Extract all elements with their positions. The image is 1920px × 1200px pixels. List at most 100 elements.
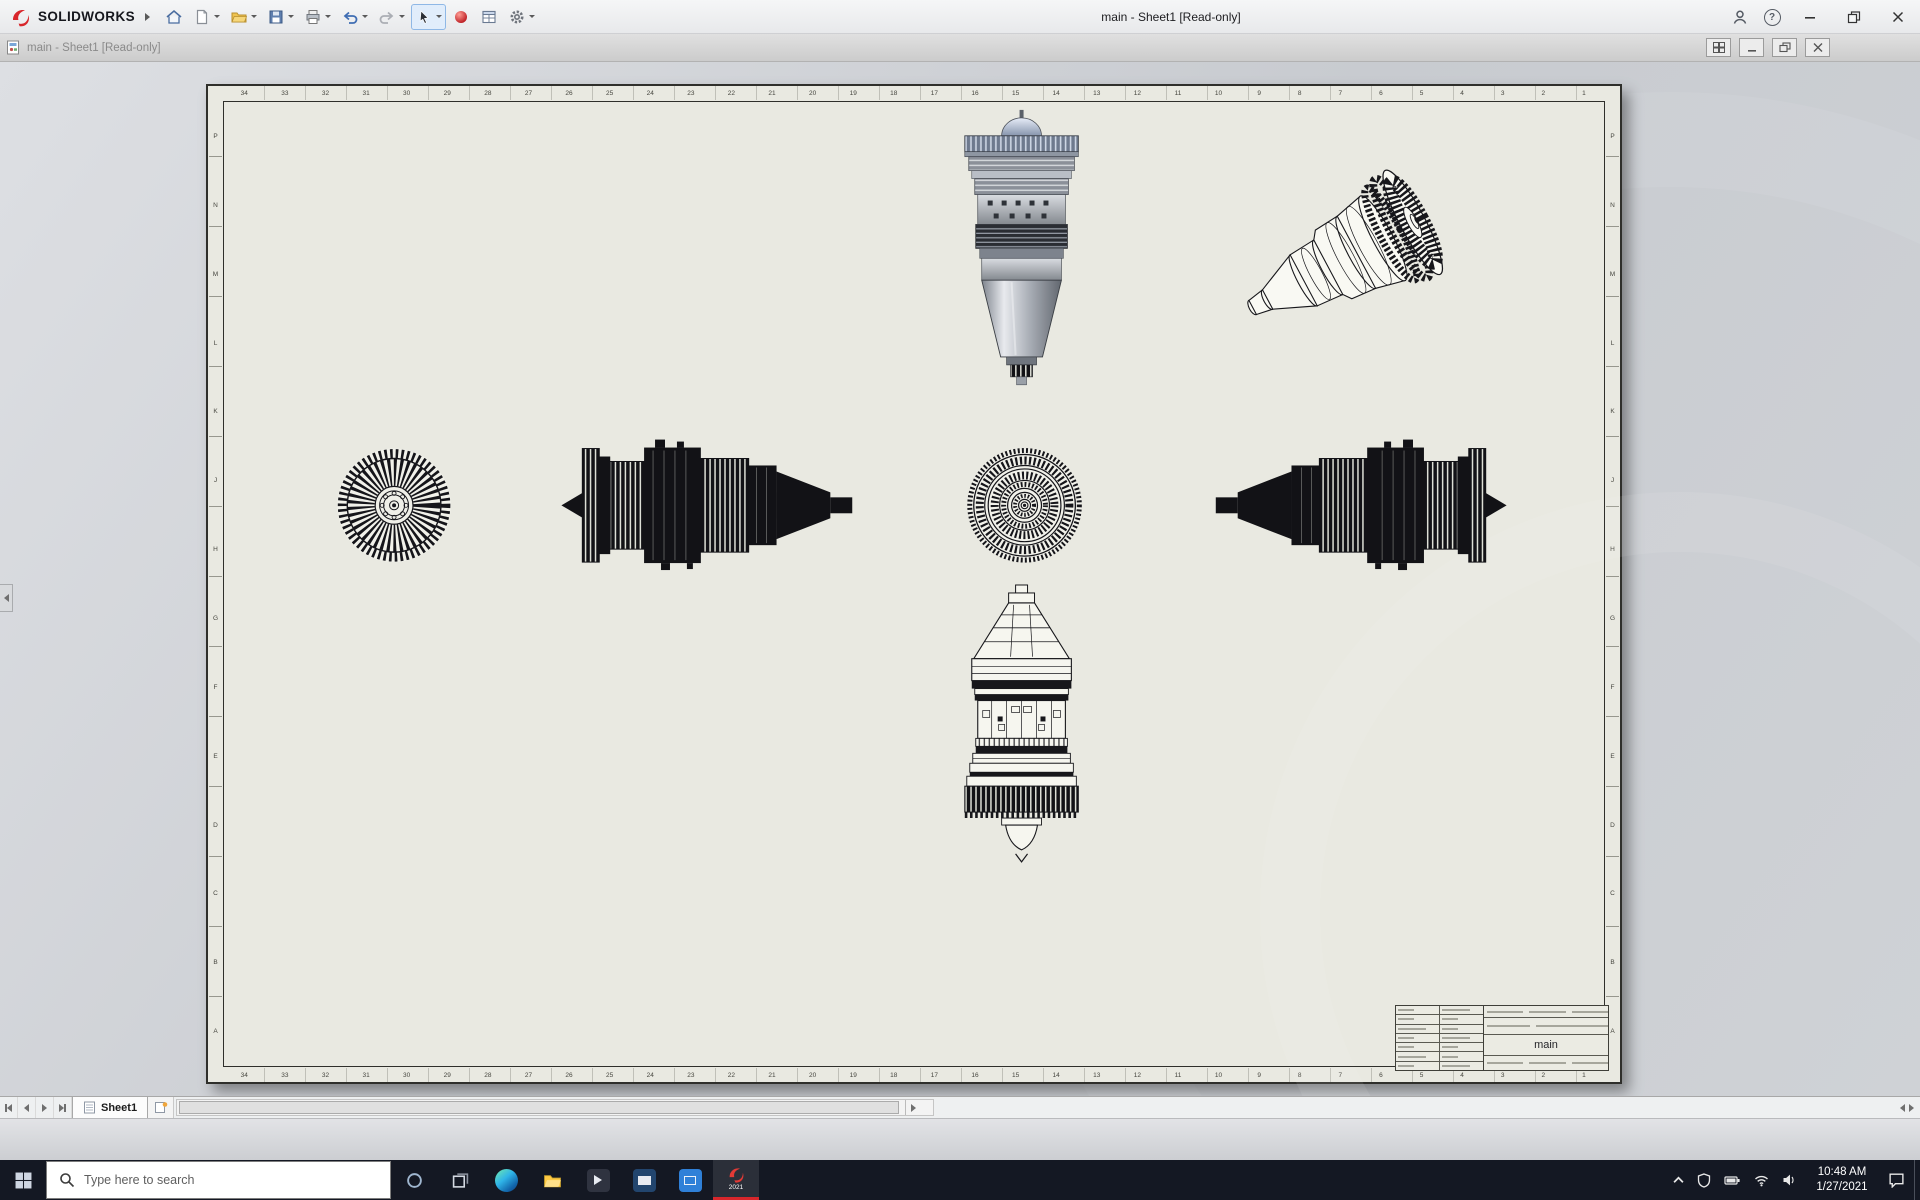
document-bar: main - Sheet1 [Read-only] — [0, 34, 1920, 62]
print-dropdown[interactable] — [325, 15, 331, 18]
window-title: main - Sheet1 [Read-only] — [1101, 0, 1240, 34]
doc-close-icon — [1812, 42, 1824, 53]
home-icon — [165, 8, 183, 26]
help-button[interactable]: ? — [1756, 1, 1788, 33]
battery-icon[interactable] — [1724, 1173, 1741, 1188]
document-title: main - Sheet1 [Read-only] — [27, 42, 161, 54]
windows-logo-icon — [15, 1172, 32, 1189]
file-properties-button[interactable] — [476, 4, 502, 30]
select-button[interactable] — [411, 4, 446, 30]
solidworks-logo[interactable]: SOLIDWORKS — [10, 6, 135, 28]
sheet-icon — [83, 1101, 96, 1114]
cortana-button[interactable] — [391, 1160, 437, 1200]
new-document-icon — [193, 8, 211, 26]
view-rear[interactable] — [968, 449, 1082, 563]
solidworks-app: SOLIDWORKS — [0, 0, 1920, 1200]
windows-taskbar: 2021 — [0, 1160, 1920, 1200]
solidworks-wordmark: SOLIDWORKS — [38, 9, 135, 24]
undo-button[interactable] — [337, 4, 372, 30]
clock-date: 1/27/2021 — [1806, 1180, 1878, 1195]
show-desktop-button[interactable] — [1914, 1160, 1920, 1200]
taskbar-search[interactable] — [46, 1161, 391, 1199]
select-dropdown[interactable] — [436, 15, 442, 18]
doc-close-button[interactable] — [1805, 38, 1830, 57]
add-sheet-button[interactable] — [148, 1097, 174, 1118]
cortana-icon — [406, 1172, 423, 1189]
graphics-area[interactable]: 3433323130292827262524232221201918171615… — [0, 62, 1920, 1096]
solidworks-taskbar-icon — [727, 1165, 746, 1184]
view-left-fan[interactable] — [337, 449, 451, 563]
help-icon: ? — [1764, 9, 1781, 26]
home-button[interactable] — [161, 4, 187, 30]
restore-icon — [1846, 9, 1862, 25]
corner-scroll-right[interactable] — [1909, 1104, 1914, 1112]
title-block-right-table: main — [1484, 1006, 1608, 1070]
close-icon — [1890, 9, 1906, 25]
horizontal-scrollbar[interactable] — [176, 1099, 934, 1116]
mouse-gesture-button[interactable] — [448, 4, 474, 30]
new-document-dropdown[interactable] — [214, 15, 220, 18]
taskbar-app-media-button[interactable] — [575, 1160, 621, 1200]
search-input[interactable] — [84, 1173, 364, 1187]
action-center-button[interactable] — [1878, 1160, 1914, 1200]
undo-icon — [341, 8, 359, 26]
redo-dropdown[interactable] — [399, 15, 405, 18]
options-dropdown[interactable] — [529, 15, 535, 18]
solidworks-taskbar-button[interactable]: 2021 — [713, 1160, 759, 1200]
taskbar-app-mail-button[interactable] — [621, 1160, 667, 1200]
drawing-sheet[interactable]: 3433323130292827262524232221201918171615… — [206, 84, 1622, 1084]
task-view-button[interactable] — [437, 1160, 483, 1200]
drawing-canvas[interactable] — [208, 86, 1620, 1082]
redo-button[interactable] — [374, 4, 409, 30]
maximize-button[interactable] — [1832, 0, 1876, 34]
minimize-button[interactable] — [1788, 0, 1832, 34]
print-button[interactable] — [300, 4, 335, 30]
title-block[interactable]: main — [1395, 1005, 1609, 1071]
action-center-icon — [1888, 1172, 1905, 1188]
corner-scroll-left[interactable] — [1900, 1104, 1905, 1112]
sheet-nav-last[interactable] — [54, 1097, 72, 1118]
blue-app-icon — [679, 1169, 702, 1192]
doc-restore-button[interactable] — [1772, 38, 1797, 57]
wifi-icon[interactable] — [1754, 1173, 1769, 1187]
view-side-left[interactable] — [561, 440, 852, 570]
doc-minimize-button[interactable] — [1739, 38, 1764, 57]
sheet-tab-label: Sheet1 — [101, 1102, 137, 1114]
undo-dropdown[interactable] — [362, 15, 368, 18]
new-document-button[interactable] — [189, 4, 224, 30]
add-sheet-icon — [154, 1101, 168, 1114]
save-button[interactable] — [263, 4, 298, 30]
task-pane-collapse-arrow[interactable] — [0, 584, 13, 612]
view-side-right[interactable] — [1216, 440, 1507, 570]
sheet-nav-next[interactable] — [36, 1097, 54, 1118]
file-explorer-button[interactable] — [529, 1160, 575, 1200]
horizontal-scrollbar-thumb[interactable] — [179, 1101, 899, 1114]
minimize-icon — [1802, 9, 1818, 25]
view-top[interactable] — [965, 110, 1079, 385]
save-dropdown[interactable] — [288, 15, 294, 18]
open-button[interactable] — [226, 4, 261, 30]
doc-tile-button[interactable] — [1706, 38, 1731, 57]
sheet-nav-first[interactable] — [0, 1097, 18, 1118]
sheet-nav-prev[interactable] — [18, 1097, 36, 1118]
menu-flyout-arrow[interactable] — [145, 13, 150, 21]
select-cursor-icon — [415, 8, 433, 26]
open-dropdown[interactable] — [251, 15, 257, 18]
volume-icon[interactable] — [1782, 1173, 1796, 1187]
close-button[interactable] — [1876, 0, 1920, 34]
security-shield-icon[interactable] — [1697, 1173, 1711, 1188]
taskbar-clock[interactable]: 10:48 AM 1/27/2021 — [1806, 1165, 1878, 1195]
options-button[interactable] — [504, 4, 539, 30]
edge-button[interactable] — [483, 1160, 529, 1200]
account-button[interactable] — [1724, 1, 1756, 33]
scroll-right-button[interactable] — [905, 1100, 921, 1115]
titlebar-toolbar: SOLIDWORKS — [0, 4, 540, 30]
tab-bar-filler — [934, 1097, 1894, 1118]
tile-windows-icon — [1713, 42, 1725, 53]
view-isometric[interactable] — [1222, 165, 1451, 361]
view-bottom[interactable] — [965, 585, 1079, 862]
start-button[interactable] — [0, 1160, 46, 1200]
taskbar-app-window-button[interactable] — [667, 1160, 713, 1200]
tray-chevron-up-icon[interactable] — [1673, 1176, 1684, 1184]
tab-sheet1[interactable]: Sheet1 — [72, 1097, 148, 1118]
